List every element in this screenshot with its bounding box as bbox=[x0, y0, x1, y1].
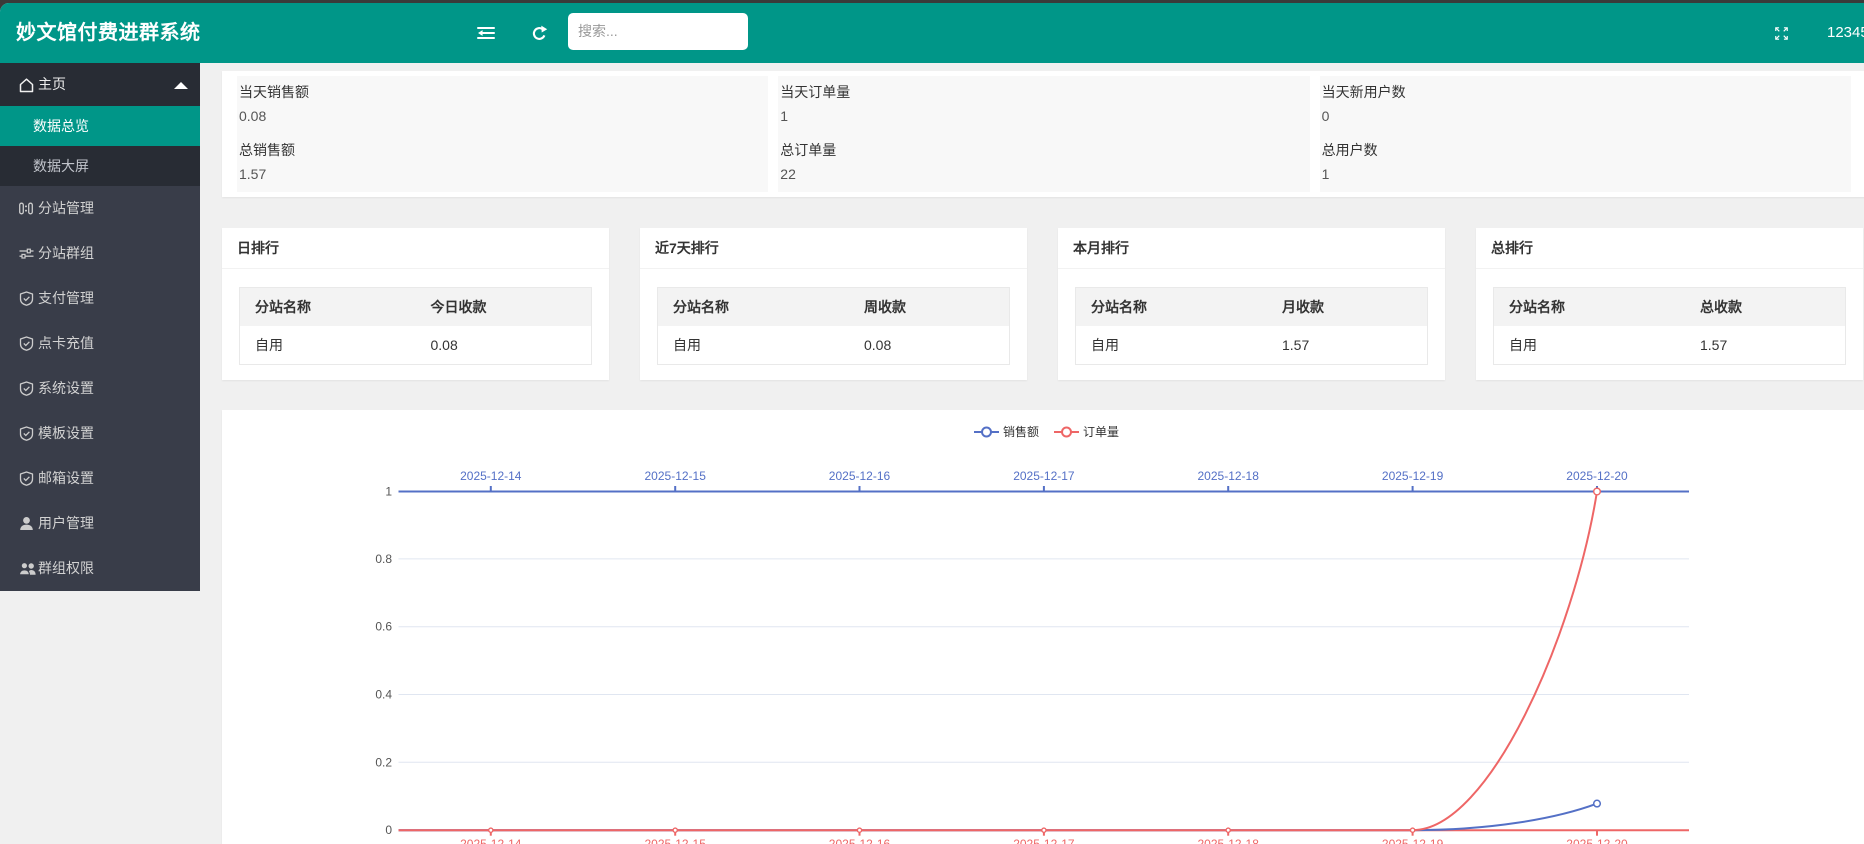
svg-text:2025-12-19: 2025-12-19 bbox=[1382, 469, 1444, 483]
svg-text:2025-12-14: 2025-12-14 bbox=[460, 837, 522, 844]
svg-text:1: 1 bbox=[385, 485, 392, 499]
svg-text:2025-12-17: 2025-12-17 bbox=[1013, 837, 1075, 844]
svg-text:订单量: 订单量 bbox=[1083, 425, 1119, 439]
svg-text:2025-12-14: 2025-12-14 bbox=[460, 469, 522, 483]
svg-text:0.4: 0.4 bbox=[375, 688, 392, 702]
svg-text:0: 0 bbox=[385, 823, 392, 837]
svg-text:销售额: 销售额 bbox=[1003, 424, 1039, 439]
svg-text:2025-12-16: 2025-12-16 bbox=[829, 469, 891, 483]
svg-text:0.2: 0.2 bbox=[375, 755, 392, 769]
svg-text:2025-12-15: 2025-12-15 bbox=[645, 837, 707, 844]
svg-text:2025-12-19: 2025-12-19 bbox=[1382, 837, 1444, 844]
svg-text:2025-12-20: 2025-12-20 bbox=[1566, 837, 1628, 844]
svg-text:0.6: 0.6 bbox=[375, 620, 392, 634]
svg-text:2025-12-16: 2025-12-16 bbox=[829, 837, 891, 844]
svg-text:0.8: 0.8 bbox=[375, 552, 392, 566]
svg-text:2025-12-18: 2025-12-18 bbox=[1198, 469, 1260, 483]
svg-text:2025-12-17: 2025-12-17 bbox=[1013, 469, 1075, 483]
svg-text:2025-12-15: 2025-12-15 bbox=[645, 469, 707, 483]
svg-text:2025-12-20: 2025-12-20 bbox=[1566, 469, 1628, 483]
svg-text:2025-12-18: 2025-12-18 bbox=[1198, 837, 1260, 844]
